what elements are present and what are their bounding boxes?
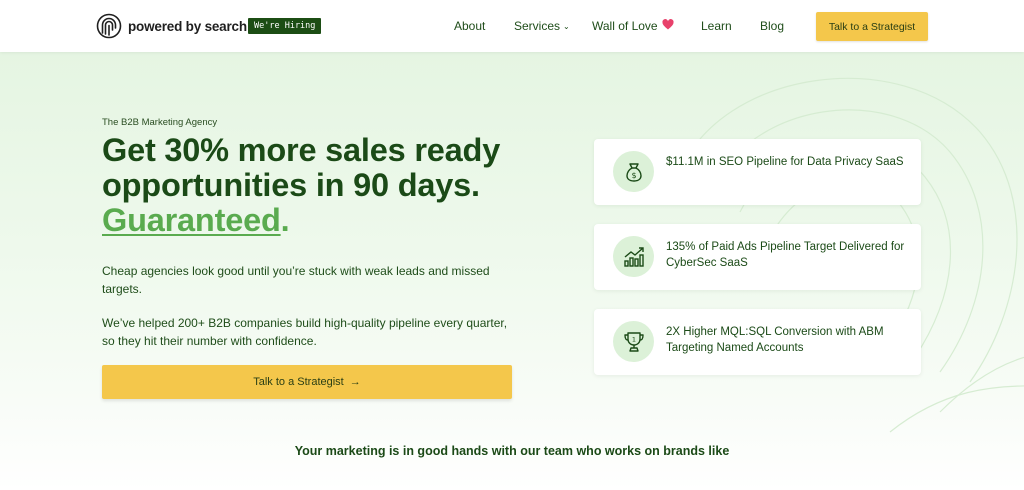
stat-card-abm: 1 2X Higher MQL:SQL Conversion with ABM …	[594, 309, 921, 375]
trophy-icon: 1	[613, 321, 654, 362]
stat-text: 2X Higher MQL:SQL Conversion with ABM Ta…	[666, 326, 884, 354]
talk-to-strategist-header-button[interactable]: Talk to a Strategist	[816, 12, 928, 41]
stat-text: $11.1M in SEO Pipeline for Data Privacy …	[666, 156, 904, 168]
money-bag-icon: $	[613, 151, 654, 192]
stat-card-seo: $ $11.1M in SEO Pipeline for Data Privac…	[594, 139, 921, 205]
stat-card-paid-ads: 135% of Paid Ads Pipeline Target Deliver…	[594, 224, 921, 290]
talk-to-strategist-hero-button[interactable]: Talk to a Strategist →	[102, 365, 512, 399]
hero-paragraph-2: We’ve helped 200+ B2B companies build hi…	[102, 316, 508, 348]
hero-paragraph-1: Cheap agencies look good until you’re st…	[102, 264, 490, 296]
cta-label: Talk to a Strategist	[253, 376, 344, 388]
chevron-down-icon: ⌄	[563, 22, 570, 31]
heart-icon	[662, 19, 674, 30]
stat-text: 135% of Paid Ads Pipeline Target Deliver…	[666, 241, 905, 269]
fingerprint-logo-icon	[96, 13, 122, 39]
nav-services-label: Services	[514, 19, 561, 33]
nav-blog[interactable]: Blog	[760, 18, 784, 34]
hero-headline: Get 30% more sales ready opportunities i…	[102, 133, 542, 238]
headline-guaranteed: Guaranteed	[102, 202, 281, 238]
svg-text:1: 1	[631, 335, 635, 343]
brands-heading: Your marketing is in good hands with our…	[294, 444, 730, 458]
logo-text: powered by search	[128, 18, 247, 34]
nav-services[interactable]: Services ⌄	[514, 18, 570, 35]
hero-section: The B2B Marketing Agency Get 30% more sa…	[0, 52, 1024, 490]
logo[interactable]: powered by search	[96, 13, 247, 39]
growth-chart-icon	[613, 236, 654, 277]
hiring-badge[interactable]: We're Hiring	[248, 18, 322, 34]
headline-main: Get 30% more sales ready opportunities i…	[102, 132, 501, 203]
nav-about[interactable]: About	[454, 18, 485, 34]
eyebrow-text: The B2B Marketing Agency	[102, 117, 218, 128]
headline-period: .	[280, 202, 290, 238]
arrow-right-icon: →	[349, 376, 361, 388]
site-header: powered by search We're Hiring About Ser…	[0, 0, 1024, 52]
nav-wall-of-love[interactable]: Wall of Love	[592, 18, 674, 34]
nav-learn[interactable]: Learn	[701, 18, 732, 34]
nav-wall-of-love-label: Wall of Love	[592, 19, 658, 33]
svg-text:$: $	[631, 171, 636, 180]
